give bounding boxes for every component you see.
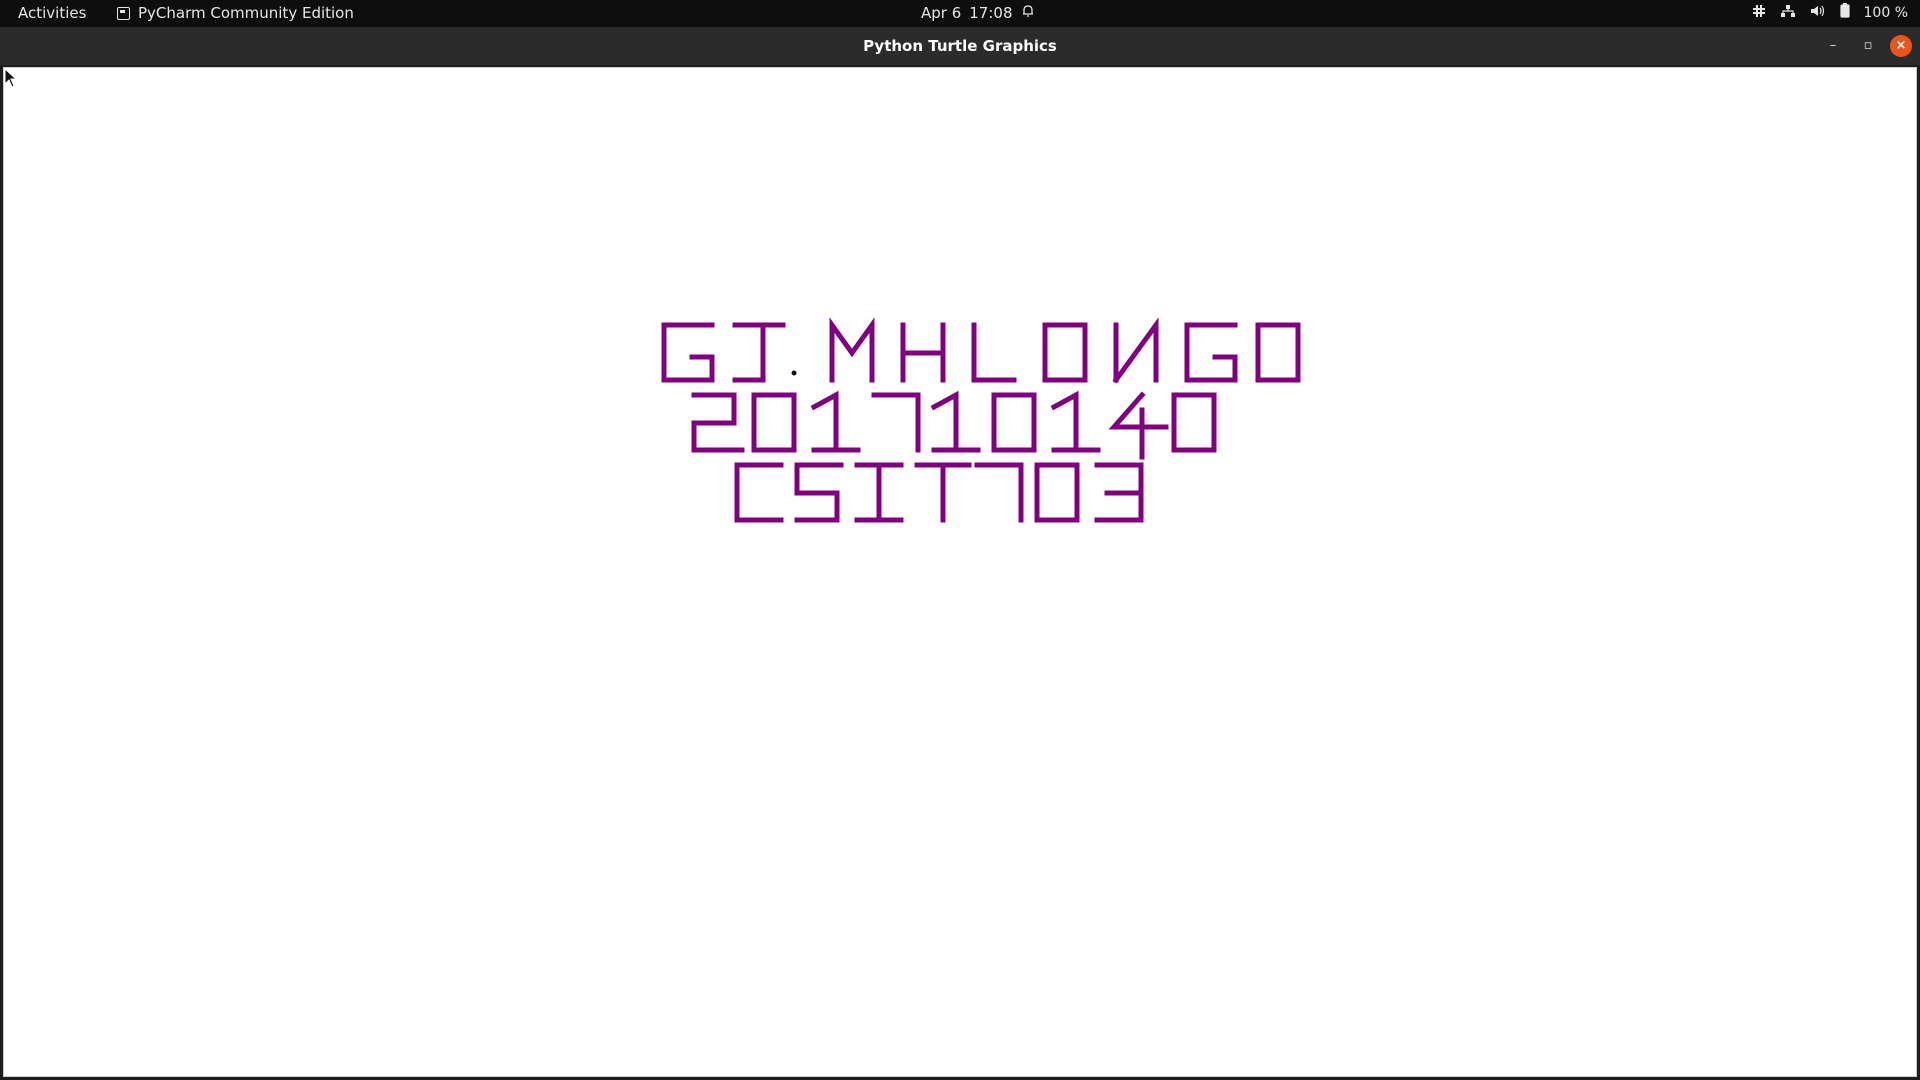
glyph-0 bbox=[991, 392, 1037, 453]
app-menu-label: PyCharm Community Edition bbox=[138, 4, 354, 22]
maximize-button[interactable]: ▫ bbox=[1857, 35, 1879, 57]
pycharm-icon bbox=[117, 6, 130, 20]
clock-date: Apr 6 bbox=[921, 4, 962, 22]
glyph-C bbox=[734, 462, 784, 523]
glyph-0 bbox=[1171, 392, 1217, 453]
app-menu[interactable]: PyCharm Community Edition bbox=[117, 4, 354, 22]
glyph-dot bbox=[791, 370, 797, 376]
glyph-7 bbox=[871, 392, 921, 453]
system-tray[interactable]: 100 % bbox=[1752, 3, 1908, 22]
network-icon[interactable] bbox=[1780, 4, 1796, 22]
mouse-pointer-icon bbox=[4, 68, 18, 88]
clock[interactable]: Apr 6 17:08 bbox=[921, 4, 1035, 22]
battery-percent: 100 % bbox=[1863, 4, 1908, 21]
top-panel: Activities PyCharm Community Edition Apr… bbox=[0, 0, 1920, 27]
slack-icon[interactable] bbox=[1752, 4, 1766, 22]
glyph-I bbox=[854, 462, 904, 523]
clock-time: 17:08 bbox=[969, 4, 1013, 22]
glyph-0 bbox=[751, 392, 797, 453]
glyph-1 bbox=[810, 390, 861, 453]
alarm-bell-icon bbox=[1021, 4, 1035, 22]
glyph-4 bbox=[1108, 391, 1169, 460]
glyph-M bbox=[829, 317, 875, 383]
glyph-G bbox=[661, 322, 715, 383]
glyph-T bbox=[914, 462, 972, 523]
window-titlebar[interactable]: Python Turtle Graphics – ▫ × bbox=[0, 27, 1920, 65]
glyph-0 bbox=[1034, 462, 1080, 523]
activities-button[interactable]: Activities bbox=[18, 4, 86, 22]
minimize-button[interactable]: – bbox=[1822, 35, 1844, 57]
glyph-J bbox=[732, 322, 786, 383]
glyph-O bbox=[1255, 322, 1301, 383]
turtle-drawing bbox=[661, 317, 1301, 523]
volume-icon[interactable] bbox=[1810, 4, 1826, 22]
glyph-G bbox=[1184, 322, 1238, 383]
glyph-2 bbox=[691, 392, 745, 453]
glyph-7 bbox=[974, 462, 1024, 523]
battery-icon[interactable] bbox=[1839, 3, 1850, 22]
glyph-1 bbox=[930, 390, 981, 453]
glyph-S bbox=[794, 462, 844, 523]
window-title: Python Turtle Graphics bbox=[863, 37, 1057, 55]
close-button[interactable]: × bbox=[1890, 35, 1912, 57]
glyph-H bbox=[900, 322, 946, 383]
glyph-1 bbox=[1050, 390, 1101, 453]
glyph-3 bbox=[1094, 462, 1144, 523]
glyph-L bbox=[971, 322, 1017, 383]
glyph-N bbox=[1112, 317, 1159, 384]
turtle-canvas[interactable] bbox=[3, 67, 1917, 1077]
glyph-O bbox=[1042, 322, 1088, 383]
